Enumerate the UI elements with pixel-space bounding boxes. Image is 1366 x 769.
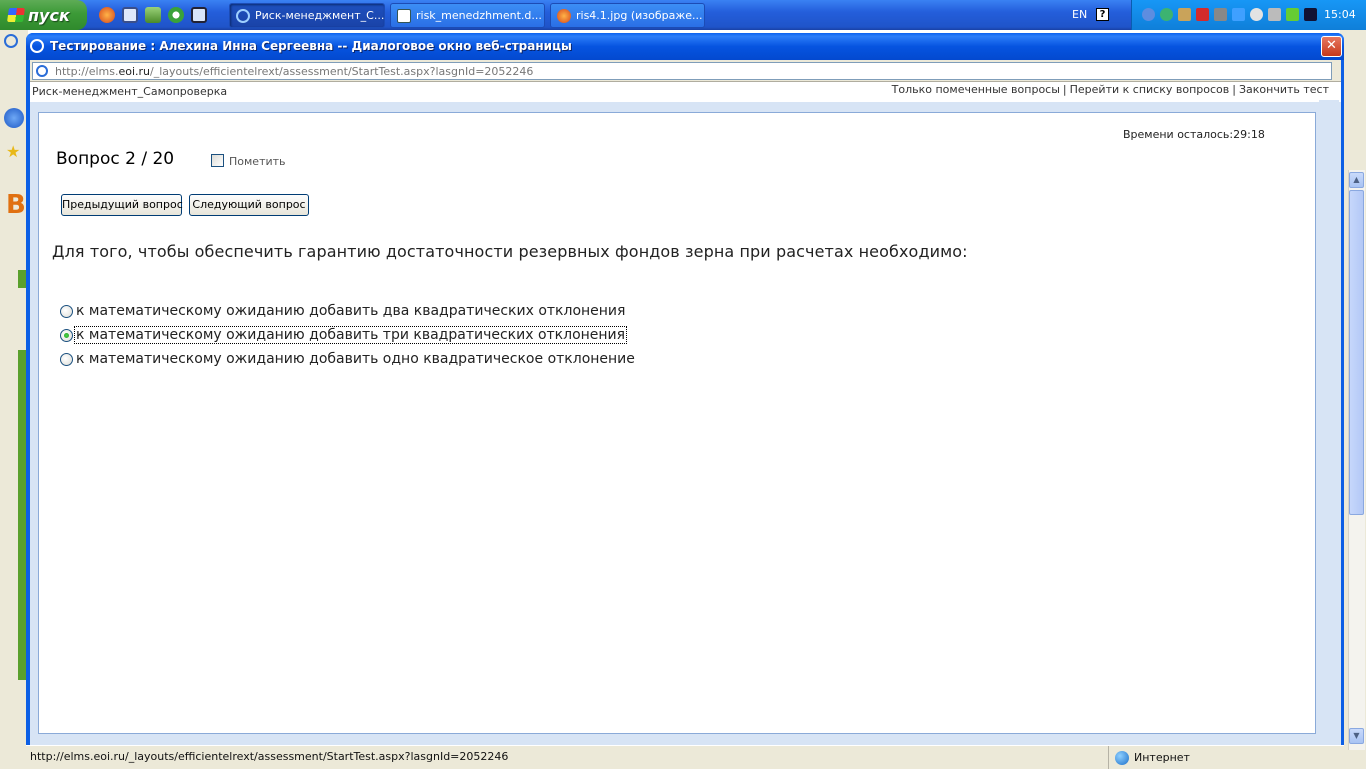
back-icon[interactable]: [1142, 8, 1155, 21]
firefox-icon[interactable]: [99, 7, 115, 23]
status-bar: http://elms.eoi.ru/_layouts/efficientelr…: [26, 745, 1344, 769]
previous-question-button[interactable]: Предыдущий вопрос: [61, 194, 183, 216]
scroll-up-button[interactable]: ▲: [1349, 172, 1364, 188]
security-zone: Интернет: [1108, 746, 1190, 769]
dialog-content: Риск-менеджмент_Самопроверка Только поме…: [30, 82, 1341, 745]
tray-app-icon[interactable]: [1268, 8, 1281, 21]
favorites-star-icon[interactable]: ★: [6, 142, 20, 161]
firefox-icon: [557, 8, 571, 23]
status-url: http://elms.eoi.ru/_layouts/efficientelr…: [30, 750, 509, 763]
answer-radio[interactable]: [60, 304, 73, 318]
background-green-band: [18, 350, 26, 680]
clock: 15:04: [1324, 8, 1356, 21]
utorrent-icon[interactable]: [168, 7, 184, 23]
scroll-thumb[interactable]: [1349, 190, 1364, 515]
tray-app-icon[interactable]: [1178, 8, 1191, 21]
bluetooth-icon[interactable]: [1232, 8, 1245, 21]
question-number: Вопрос 2 / 20: [56, 149, 175, 169]
close-button[interactable]: ✕: [1321, 36, 1342, 57]
task-button-risk-test[interactable]: Риск-менеджмент_С...: [229, 3, 385, 28]
ie-icon: [30, 39, 44, 53]
ie-icon: [36, 65, 48, 77]
finish-test-link[interactable]: Закончить тест: [1239, 83, 1329, 96]
task-button-image[interactable]: ris4.1.jpg (изображе...: [550, 3, 705, 28]
answer-radio-selected[interactable]: [60, 328, 73, 342]
answer-option[interactable]: к математическому ожиданию добавить два …: [60, 300, 626, 322]
link-separator: |: [1232, 83, 1236, 96]
close-icon: ✕: [1326, 38, 1337, 53]
question-list-link[interactable]: Перейти к списку вопросов: [1070, 83, 1230, 96]
tray-app-icon[interactable]: [1286, 8, 1299, 21]
next-question-button[interactable]: Следующий вопрос: [189, 194, 309, 216]
scroll-down-button[interactable]: ▼: [1349, 728, 1364, 744]
desktop-icon[interactable]: [191, 7, 207, 23]
answer-option[interactable]: к математическому ожиданию добавить одно…: [60, 348, 636, 370]
windows-flag-icon: [7, 8, 25, 22]
dialog-title: Тестирование : Алехина Инна Сергеевна --…: [50, 39, 572, 53]
dialog-scroll-track: [1319, 100, 1339, 745]
mark-question-label[interactable]: Пометить: [229, 155, 286, 168]
taskbar: пуск Риск-менеджмент_С... risk_menedzhme…: [0, 0, 1366, 30]
back-icon[interactable]: [4, 108, 24, 128]
globe-icon: [1115, 750, 1129, 765]
test-nav-links: Только помеченные вопросы | Перейти к спис…: [892, 83, 1329, 96]
zone-label: Интернет: [1134, 751, 1190, 764]
answer-label[interactable]: к математическому ожиданию добавить три …: [73, 326, 628, 344]
ie-icon: [4, 34, 18, 48]
question-panel: Времени осталось:29:18 Вопрос 2 / 20 Пом…: [38, 112, 1316, 734]
marked-questions-link[interactable]: Только помеченные вопросы: [892, 83, 1060, 96]
help-icon[interactable]: ?: [1096, 8, 1109, 21]
task-label: risk_menedzhment.d...: [416, 9, 542, 22]
start-button[interactable]: пуск: [0, 0, 87, 30]
answer-label[interactable]: к математическому ожиданию добавить одно…: [75, 351, 636, 367]
test-dialog-window: Тестирование : Алехина Инна Сергеевна --…: [26, 33, 1344, 745]
mark-question-checkbox[interactable]: [211, 154, 224, 167]
tray-app-icon[interactable]: [1214, 8, 1227, 21]
language-indicator[interactable]: EN: [1072, 8, 1087, 21]
link-separator: |: [1062, 83, 1067, 96]
start-button-label: пуск: [28, 5, 70, 25]
task-label: Риск-менеджмент_С...: [255, 9, 385, 22]
time-remaining: Времени осталось:29:18: [1123, 128, 1265, 141]
volume-icon[interactable]: [1250, 8, 1263, 21]
antivirus-icon[interactable]: [1196, 8, 1209, 21]
task-label: ris4.1.jpg (изображе...: [576, 9, 703, 22]
question-text: Для того, чтобы обеспечить гарантию дост…: [52, 242, 968, 261]
document-icon: [397, 8, 411, 23]
task-button-word-doc[interactable]: risk_menedzhment.d...: [390, 3, 545, 28]
address-url: http://elms.eoi.ru/_layouts/efficientelr…: [55, 65, 534, 78]
save-icon[interactable]: [122, 7, 138, 23]
network-icon[interactable]: [1160, 8, 1173, 21]
answer-option[interactable]: к математическому ожиданию добавить три …: [60, 324, 628, 346]
test-header-row: Риск-менеджмент_Самопроверка Только поме…: [30, 82, 1341, 102]
address-field[interactable]: http://elms.eoi.ru/_layouts/efficientelr…: [32, 62, 1332, 80]
answer-radio[interactable]: [60, 352, 73, 366]
dialog-title-bar[interactable]: Тестирование : Алехина Инна Сергеевна --…: [26, 33, 1344, 60]
tray-app-icon[interactable]: [1304, 8, 1317, 21]
logo-fragment: B: [6, 190, 26, 220]
background-green-band: [18, 270, 26, 288]
answer-label[interactable]: к математическому ожиданию добавить два …: [75, 303, 626, 319]
ie-icon: [236, 8, 250, 23]
test-name: Риск-менеджмент_Самопроверка: [32, 85, 228, 98]
quicklaunch-icon[interactable]: [145, 7, 161, 23]
address-bar: http://elms.eoi.ru/_layouts/efficientelr…: [30, 60, 1341, 82]
